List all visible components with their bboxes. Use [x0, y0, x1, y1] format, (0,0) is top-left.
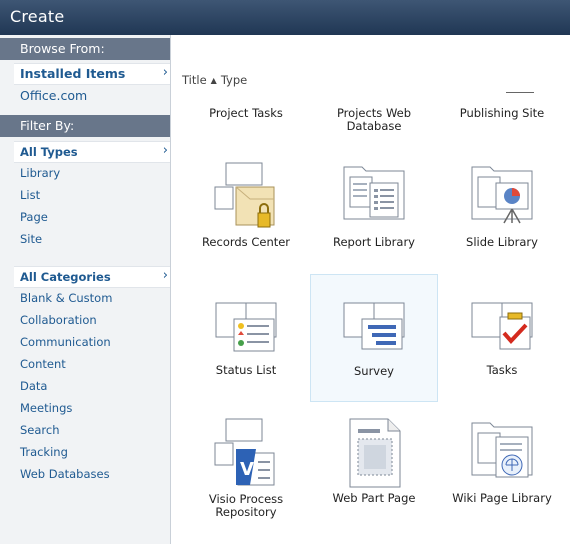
browse-from-header: Browse From:	[0, 38, 170, 60]
tile-web-part-page[interactable]: Web Part Page	[311, 403, 437, 529]
filter-category-blank-custom[interactable]: Blank & Custom	[20, 291, 112, 305]
filter-category-meetings[interactable]: Meetings	[20, 401, 72, 415]
tile-wiki-page-library[interactable]: Wiki Page Library	[439, 403, 565, 529]
slide-library-icon	[471, 166, 533, 224]
tile-slide-library[interactable]: Slide Library	[439, 147, 565, 273]
svg-text:V: V	[240, 459, 254, 480]
chevron-right-icon: ›	[162, 143, 168, 158]
tile-tasks[interactable]: Tasks	[439, 275, 565, 401]
filter-category-data[interactable]: Data	[20, 379, 47, 393]
sort-type[interactable]: Type	[221, 73, 247, 87]
filter-by-header: Filter By:	[0, 115, 170, 137]
filter-category-tracking[interactable]: Tracking	[20, 445, 68, 459]
filter-category-content[interactable]: Content	[20, 357, 66, 371]
sidebar: Browse From: Installed Items › Office.co…	[0, 35, 171, 544]
tile-report-library[interactable]: Report Library	[311, 147, 437, 273]
report-library-icon	[343, 166, 405, 220]
chevron-right-icon: ›	[162, 65, 168, 80]
sort-title[interactable]: Title	[182, 73, 207, 87]
sort-ascending-icon: ▲	[210, 76, 217, 85]
chevron-right-icon: ›	[162, 268, 168, 283]
filter-type-site[interactable]: Site	[20, 232, 42, 246]
filter-category-communication[interactable]: Communication	[20, 335, 111, 349]
filter-category-web-databases[interactable]: Web Databases	[20, 467, 110, 481]
survey-icon	[343, 302, 405, 350]
sort-bar: Title ▲ Type	[182, 73, 247, 87]
filter-type-library[interactable]: Library	[20, 166, 60, 180]
template-gallery: Title ▲ Type Project Tasks Projects Web Da…	[171, 35, 570, 544]
filter-type-page[interactable]: Page	[20, 210, 48, 224]
tile-records-center[interactable]: Records Center	[183, 147, 309, 273]
filter-category-search[interactable]: Search	[20, 423, 60, 437]
records-center-icon	[214, 162, 275, 228]
tasks-icon	[471, 302, 533, 350]
tile-project-tasks[interactable]: Project Tasks	[183, 97, 309, 137]
browse-installed-items[interactable]: Installed Items ›	[14, 63, 170, 85]
filter-all-categories[interactable]: All Categories ›	[14, 266, 170, 288]
wiki-page-library-icon	[471, 422, 533, 478]
tile-survey[interactable]: Survey	[310, 274, 438, 402]
title-bar: Create	[0, 0, 570, 35]
filter-category-collaboration[interactable]: Collaboration	[20, 313, 97, 327]
filter-type-list[interactable]: List	[20, 188, 40, 202]
tile-status-list[interactable]: Status List	[183, 275, 309, 401]
status-list-icon	[215, 302, 277, 352]
filter-all-types[interactable]: All Types ›	[14, 141, 170, 163]
web-part-page-icon	[349, 418, 401, 488]
browse-office-com[interactable]: Office.com	[20, 88, 87, 103]
tile-visio-process-repository[interactable]: V Visio Process Repository	[183, 403, 309, 529]
publishing-site-icon-edge	[506, 92, 534, 93]
visio-repository-icon: V	[214, 418, 275, 486]
tile-projects-web-database[interactable]: Projects Web Database	[311, 97, 437, 137]
page-title: Create	[10, 7, 65, 26]
tile-publishing-site[interactable]: Publishing Site	[439, 97, 565, 137]
